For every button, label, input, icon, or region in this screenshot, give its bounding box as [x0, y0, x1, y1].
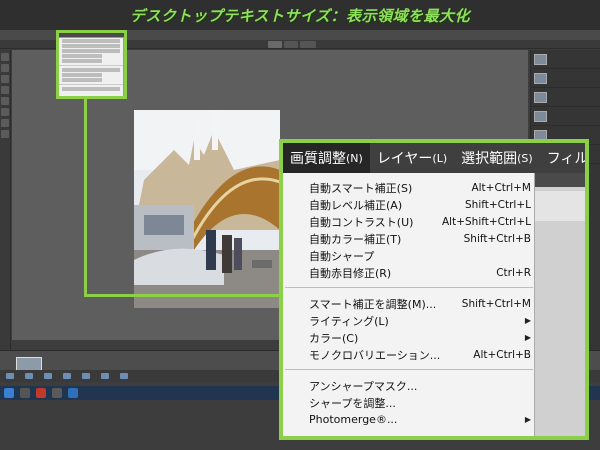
text-tool-icon[interactable]	[1, 119, 9, 127]
menu-item-label: カラー(C)	[309, 331, 359, 345]
menu-item-label: シャープを調整...	[309, 396, 396, 410]
panel-thumb-icon	[534, 72, 547, 84]
menu-2[interactable]: 選択範囲 (S)	[454, 143, 540, 173]
menu-separator	[285, 369, 533, 370]
tool-options-icon[interactable]	[25, 373, 33, 379]
callout-connector-vertical	[84, 99, 87, 296]
organizer-icon[interactable]	[120, 373, 128, 379]
menu-item[interactable]: 自動スマート補正(S) Alt+Ctrl+M	[309, 179, 531, 196]
menu-item[interactable]: スマート補正を調整(M)... Shift+Ctrl+M	[309, 295, 531, 312]
menu-item-shortcut: Alt+Ctrl+B	[473, 348, 531, 361]
eyedropper-tool-icon[interactable]	[1, 86, 9, 94]
menu-separator	[285, 287, 533, 288]
submenu-arrow-icon: ▶	[524, 333, 531, 342]
menu-label: フィル	[546, 151, 585, 167]
panel-item[interactable]	[531, 69, 600, 88]
undo-icon[interactable]	[44, 373, 52, 379]
menu-item-label: 自動カラー補正(T)	[309, 232, 402, 246]
hand-tool-icon[interactable]	[1, 75, 9, 83]
photo-bin-icon[interactable]	[6, 373, 14, 379]
menu-item-shortcut: Alt+Ctrl+M	[471, 181, 531, 194]
menu-label: 画質調整	[290, 151, 346, 167]
panel-thumb-icon	[534, 91, 547, 103]
amusement-park-photo	[134, 110, 280, 308]
menu-accelerator: (S)	[517, 151, 533, 165]
background-window-header	[535, 173, 585, 187]
menu-item-shortcut: Ctrl+R	[496, 266, 531, 279]
redo-icon[interactable]	[63, 373, 71, 379]
menu-item-label: モノクロバリエーション...	[309, 348, 441, 362]
menu-0[interactable]: 画質調整 (N)	[283, 143, 370, 173]
menu-item-label: 自動シャープ	[309, 249, 375, 263]
panel-item[interactable]	[531, 88, 600, 107]
menu-item-label: ライティング(L)	[309, 314, 389, 328]
menu-item[interactable]: 自動コントラスト(U) Alt+Shift+Ctrl+L	[309, 213, 531, 230]
menu-1[interactable]: レイヤー (L)	[370, 143, 454, 173]
menu-item[interactable]: アンシャープマスク...	[309, 377, 531, 394]
move-tool-icon[interactable]	[1, 53, 9, 61]
brush-tool-icon[interactable]	[1, 108, 9, 116]
document-photo[interactable]	[134, 110, 280, 308]
start-icon[interactable]	[4, 388, 14, 398]
menu-item[interactable]: モノクロバリエーション... Alt+Ctrl+B	[309, 346, 531, 363]
panel-item[interactable]	[531, 107, 600, 126]
app-menu-item[interactable]	[4, 33, 13, 38]
zoom-tool-icon[interactable]	[1, 64, 9, 72]
menu-item-label: 自動赤目修正(R)	[309, 266, 392, 280]
menu-item-label: 自動スマート補正(S)	[309, 181, 413, 195]
menu-item-shortcut: Alt+Shift+Ctrl+L	[441, 215, 531, 228]
menu-3[interactable]: フィル	[540, 143, 585, 173]
menu-item-label: Photomerge®...	[309, 413, 398, 426]
panel-item[interactable]	[531, 50, 600, 69]
menu-item[interactable]: ライティング(L) ▶	[309, 312, 531, 329]
zoomed-menubar: 画質調整 (N) レイヤー (L) 選択範囲 (S) フィル	[283, 143, 585, 173]
mode-tabs	[268, 41, 317, 48]
title-banner: デスクトップテキストサイズ：表示領域を最大化	[0, 0, 600, 30]
menu-item-label: 自動レベル補正(A)	[309, 198, 403, 212]
app-menu-item[interactable]	[46, 33, 54, 38]
menu-item[interactable]: 自動赤目修正(R) Ctrl+R	[309, 264, 531, 281]
mode-tab[interactable]	[268, 41, 282, 48]
background-window-panel	[535, 191, 585, 221]
menu-item-shortcut: Shift+Ctrl+M	[461, 297, 531, 310]
image-adjust-dropdown: 自動スマート補正(S) Alt+Ctrl+M 自動レベル補正(A) Shift+Ctr…	[283, 173, 535, 436]
menu-item-label: 自動コントラスト(U)	[309, 215, 414, 229]
banner-title: デスクトップテキストサイズ：表示領域を最大化	[129, 6, 471, 25]
panel-thumb-icon	[534, 53, 547, 65]
taskbar-app-icon[interactable]	[36, 388, 46, 398]
menu-label: レイヤー	[376, 151, 433, 167]
callout-content: 画質調整 (N) レイヤー (L) 選択範囲 (S) フィル 自動スマート補正(S) Alt+…	[283, 143, 585, 436]
layout-icon[interactable]	[101, 373, 109, 379]
submenu-arrow-icon: ▶	[524, 415, 531, 424]
menu-item[interactable]: 自動カラー補正(T) Shift+Ctrl+B	[309, 230, 531, 247]
rotate-icon[interactable]	[82, 373, 90, 379]
menu-item[interactable]: Photomerge®... ▶	[309, 411, 531, 428]
menu-accelerator: (N)	[346, 151, 363, 165]
mode-tab[interactable]	[283, 41, 298, 48]
taskbar-app-icon[interactable]	[52, 388, 62, 398]
menu-label: 選択範囲	[461, 151, 518, 167]
menu-item[interactable]: シャープを調整...	[309, 394, 531, 411]
zoomed-menu-callout: 画質調整 (N) レイヤー (L) 選択範囲 (S) フィル 自動スマート補正(S) Alt+…	[279, 139, 589, 440]
menu-item-shortcut: Shift+Ctrl+L	[465, 198, 531, 211]
app-menu-item[interactable]	[19, 33, 27, 38]
selection-tool-icon[interactable]	[1, 97, 9, 105]
panel-thumb-icon	[534, 110, 547, 122]
menu-item[interactable]: 自動レベル補正(A) Shift+Ctrl+L	[309, 196, 531, 213]
submenu-arrow-icon: ▶	[524, 316, 531, 325]
menu-item-label: スマート補正を調整(M)...	[309, 297, 437, 311]
mode-tab[interactable]	[299, 41, 317, 48]
crop-tool-icon[interactable]	[1, 130, 9, 138]
toolbox	[0, 50, 11, 350]
menu-item[interactable]: カラー(C) ▶	[309, 329, 531, 346]
menu-item-shortcut: Shift+Ctrl+B	[463, 232, 531, 245]
highlight-frame	[56, 30, 127, 99]
callout-connector-horizontal	[84, 294, 282, 297]
taskbar-app-icon[interactable]	[68, 388, 78, 398]
menu-accelerator: (L)	[432, 151, 448, 165]
menu-item-label: アンシャープマスク...	[309, 379, 418, 393]
menu-item[interactable]: 自動シャープ	[309, 247, 531, 264]
app-menu-item[interactable]	[33, 33, 41, 38]
taskbar-app-icon[interactable]	[20, 388, 30, 398]
